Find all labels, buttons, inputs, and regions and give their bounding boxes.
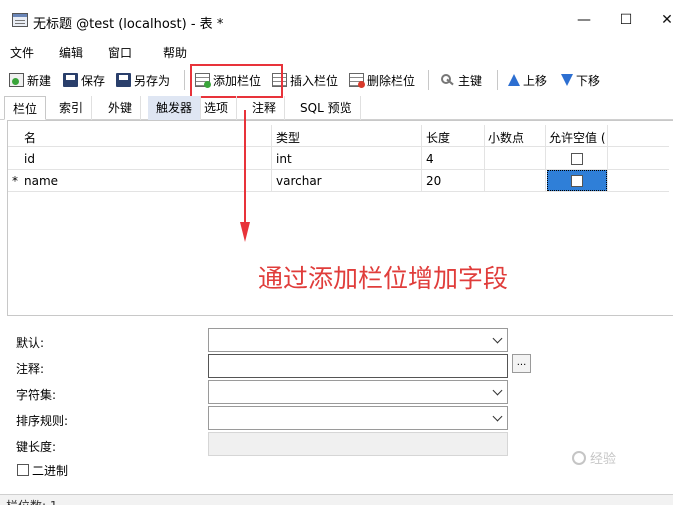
save-icon [63,73,78,87]
tab-fields[interactable]: 栏位 [4,96,47,120]
table-row[interactable]: id int 4 [8,148,669,170]
selected-nullable-cell[interactable] [547,170,607,191]
save-button[interactable]: 保存 [63,71,105,89]
close-button[interactable]: ✕ [655,8,673,32]
field-type-cell[interactable]: varchar [276,174,322,188]
grid-header: 名 类型 长度 小数点 允许空值 ( [8,125,669,147]
table-row[interactable]: * name varchar 20 [8,170,669,192]
column-header-decimals: 小数点 [488,131,525,145]
table-app-icon [12,13,28,27]
new-label: 新建 [27,73,52,88]
key-icon [440,73,455,87]
move-up-button[interactable]: 上移 [508,71,547,89]
toolbar-separator [497,70,498,90]
collation-label: 排序规则: [16,414,69,428]
menu-help[interactable]: 帮助 [163,44,187,61]
new-button[interactable]: 新建 [9,71,51,89]
watermark: 经验 [572,448,616,467]
toolbar: 新建 保存 另存为 添加栏位 插入栏位 删除栏位 主键 上移 下移 [0,66,673,94]
column-header-type: 类型 [276,131,301,145]
chevron-down-icon [492,385,503,396]
chevron-down-icon [492,333,503,344]
minimize-button[interactable]: — [572,8,596,32]
move-down-label: 下移 [576,73,601,88]
delete-field-icon [349,73,365,88]
tab-indexes[interactable]: 索引 [51,96,93,120]
column-header-length: 长度 [426,131,451,145]
delete-field-label: 删除栏位 [367,73,416,88]
comment-label: 注释: [16,362,45,376]
status-bar: 栏位数: 1 [0,494,673,505]
window-title: 无标题 @test (localhost) - 表 * [33,17,224,32]
binary-label: 二进制 [32,464,69,478]
field-length-cell[interactable]: 4 [426,152,434,166]
field-name-cell[interactable]: name [24,174,58,188]
column-header-nullable: 允许空值 ( [549,131,606,145]
primary-key-button[interactable]: 主键 [440,71,482,89]
menu-bar: 文件 编辑 窗口 帮助 [0,40,673,64]
comment-ellipsis-button[interactable]: ... [512,354,531,373]
tab-comment[interactable]: 注释 [244,96,286,120]
watermark-icon [572,450,586,465]
delete-field-button[interactable]: 删除栏位 [349,71,415,89]
title-bar: 无标题 @test (localhost) - 表 * — ☐ ✕ [0,0,673,40]
chevron-down-icon [492,411,503,422]
new-icon [9,73,24,87]
field-name-cell[interactable]: id [24,152,35,166]
toolbar-separator [428,70,429,90]
comment-input[interactable] [208,354,508,378]
binary-checkbox[interactable] [17,464,29,476]
menu-window[interactable]: 窗口 [108,44,132,61]
toolbar-separator [184,70,185,90]
save-label: 保存 [81,73,106,88]
insert-field-label: 插入栏位 [290,73,339,88]
nullable-checkbox[interactable] [571,175,583,187]
default-dropdown[interactable] [208,328,508,352]
status-text: 栏位数: 1 [6,497,58,505]
default-label: 默认: [16,336,45,350]
annotation-text: 通过添加栏位增加字段 [258,264,509,293]
collation-dropdown[interactable] [208,406,508,430]
tab-bar: 栏位 索引 外键 触发器 选项 注释 SQL 预览 [0,96,673,120]
save-as-button[interactable]: 另存为 [116,71,170,89]
maximize-button[interactable]: ☐ [614,8,638,32]
save-as-label: 另存为 [134,73,171,88]
menu-file[interactable]: 文件 [10,44,34,61]
tab-triggers[interactable]: 触发器 [148,96,202,120]
arrow-up-icon [508,74,520,86]
move-up-label: 上移 [523,73,548,88]
nullable-checkbox[interactable] [571,153,583,165]
field-type-cell[interactable]: int [276,152,292,166]
arrow-down-icon [561,74,573,86]
annotation-highlight-box [190,64,283,98]
menu-edit[interactable]: 编辑 [59,44,83,61]
field-length-cell[interactable]: 20 [426,174,441,188]
tab-foreign-keys[interactable]: 外键 [100,96,142,120]
field-properties-panel: 默认: 注释: ... 字符集: 排序规则: 键长度: 二进制 [0,318,673,494]
tab-sql-preview[interactable]: SQL 预览 [292,96,361,120]
row-marker: * [12,174,18,188]
tab-options[interactable]: 选项 [196,96,238,120]
annotation-arrow-icon [240,110,250,242]
key-length-label: 键长度: [16,440,57,454]
primary-key-label: 主键 [458,73,483,88]
column-header-name: 名 [24,131,37,145]
charset-dropdown[interactable] [208,380,508,404]
charset-label: 字符集: [16,388,57,402]
watermark-text: 经验 [590,452,617,467]
move-down-button[interactable]: 下移 [561,71,600,89]
save-as-icon [116,73,131,87]
key-length-input [208,432,508,456]
